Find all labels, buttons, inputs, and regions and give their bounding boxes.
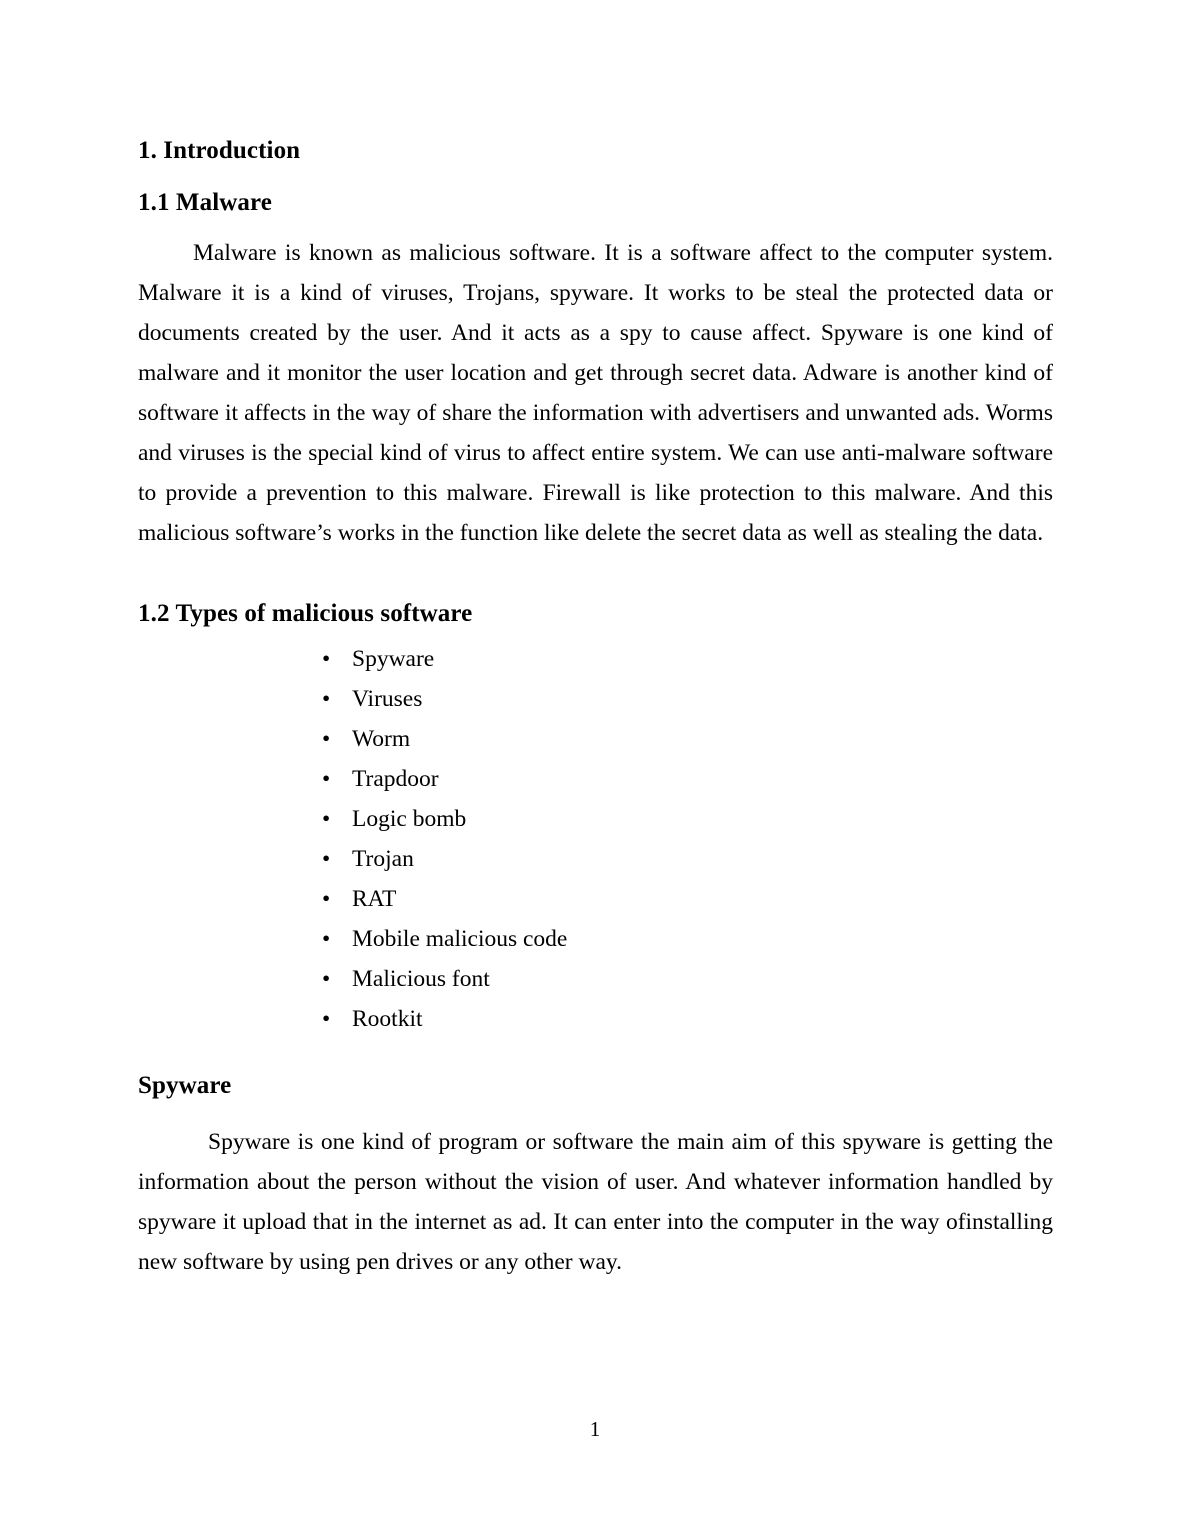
malware-types-list: • Spyware • Viruses • Worm • Trapdoor • … bbox=[138, 639, 1053, 1039]
page-number: 1 bbox=[589, 1417, 601, 1441]
bullet-icon: • bbox=[322, 885, 331, 912]
list-item-label: Viruses bbox=[352, 685, 423, 712]
list-item: • Worm bbox=[138, 719, 1053, 759]
list-item-label: Malicious font bbox=[352, 965, 490, 992]
chapter-heading: 1. Introduction bbox=[138, 137, 301, 164]
paragraph-malware: Malware is known as malicious software. … bbox=[138, 240, 1053, 546]
bullet-icon: • bbox=[322, 765, 331, 792]
list-item: • RAT bbox=[138, 879, 1053, 919]
list-item: • Logic bomb bbox=[138, 799, 1053, 839]
list-item-label: Spyware bbox=[352, 645, 435, 672]
paragraph-spyware: Spyware is one kind of program or softwa… bbox=[138, 1129, 1053, 1275]
bullet-icon: • bbox=[322, 845, 331, 872]
list-item-label: Logic bomb bbox=[352, 805, 467, 832]
list-item-label: Mobile malicious code bbox=[352, 925, 568, 952]
bullet-icon: • bbox=[322, 925, 331, 952]
bullet-icon: • bbox=[322, 645, 331, 672]
bullet-icon: • bbox=[322, 1005, 331, 1032]
list-item-label: RAT bbox=[352, 885, 397, 912]
document-body: 1. Introduction 1.1 Malware Malware is k… bbox=[138, 136, 1053, 1282]
bullet-icon: • bbox=[322, 965, 331, 992]
list-item: • Trojan bbox=[138, 839, 1053, 879]
list-item-label: Trojan bbox=[352, 845, 414, 872]
list-item-label: Rootkit bbox=[352, 1005, 423, 1032]
list-item-label: Worm bbox=[352, 725, 411, 752]
bullet-icon: • bbox=[322, 725, 331, 752]
list-item: • Viruses bbox=[138, 679, 1053, 719]
list-item: • Trapdoor bbox=[138, 759, 1053, 799]
bullet-icon: • bbox=[322, 685, 331, 712]
list-item: • Rootkit bbox=[138, 999, 1053, 1039]
section-heading-malware: 1.1 Malware bbox=[138, 188, 272, 216]
list-item: • Mobile malicious code bbox=[138, 919, 1053, 959]
section-heading-types: 1.2 Types of malicious software bbox=[138, 600, 473, 627]
document-page: 1. Introduction 1.1 Malware Malware is k… bbox=[0, 0, 1190, 1540]
bullet-icon: • bbox=[322, 805, 331, 832]
list-item: • Malicious font bbox=[138, 959, 1053, 999]
list-item-label: Trapdoor bbox=[352, 765, 439, 792]
list-item: • Spyware bbox=[138, 639, 1053, 679]
subsection-heading-spyware: Spyware bbox=[138, 1071, 232, 1099]
